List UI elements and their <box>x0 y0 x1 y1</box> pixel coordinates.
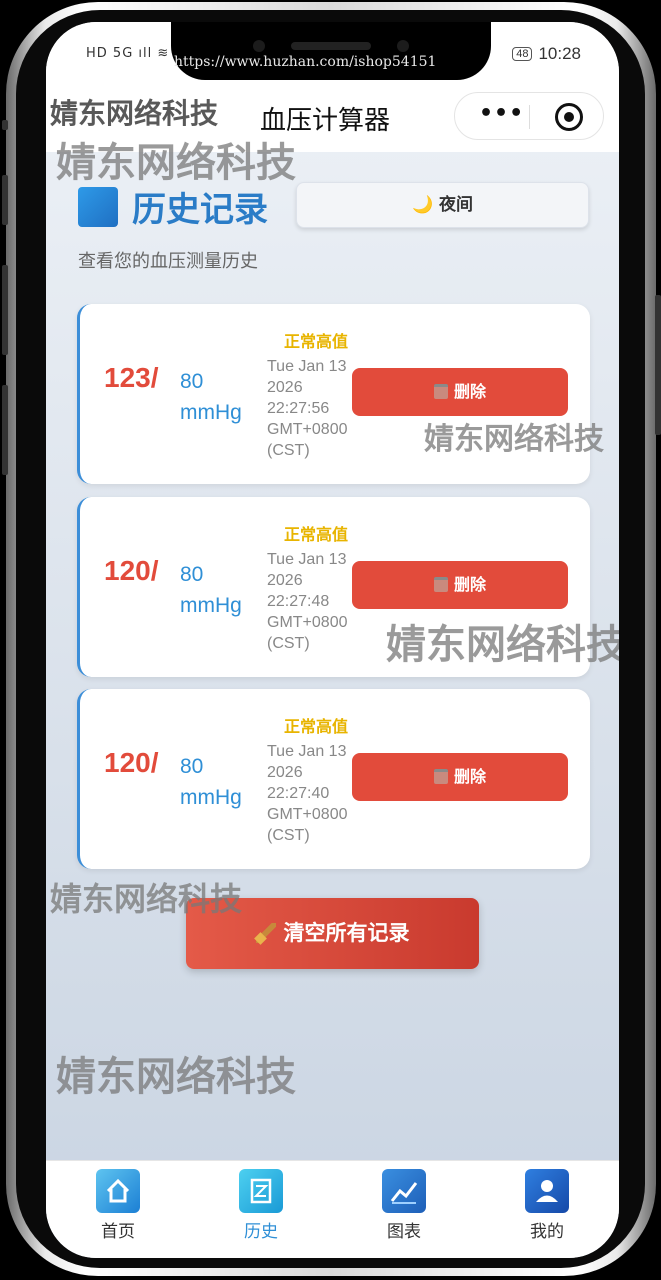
unit-label: mmHg <box>180 401 242 424</box>
more-menu-button[interactable]: ••• <box>479 101 524 126</box>
url-overlay: https://www.huzhan.com/ishop54151 <box>174 54 437 70</box>
status-right: 48 10:28 <box>512 44 581 64</box>
trash-icon <box>433 384 448 399</box>
delete-label: 删除 <box>453 767 486 786</box>
tab-label: 图表 <box>387 1222 421 1242</box>
close-target-icon[interactable] <box>555 103 583 131</box>
tab-label: 历史 <box>244 1222 278 1242</box>
phone-volume-down-2 <box>2 385 8 475</box>
tab-bar: 首页 历史 图表 我的 <box>46 1160 619 1258</box>
phone-side-button <box>2 120 8 130</box>
sensor-dot <box>253 40 265 52</box>
speaker-grille <box>291 42 371 50</box>
page-title: 历史记录 <box>132 190 268 230</box>
diastolic-block: 80 mmHg <box>180 559 242 621</box>
clock: 10:28 <box>538 44 581 63</box>
broom-icon <box>255 923 276 943</box>
record-time: Tue Jan 13 2026 22:27:40 GMT+0800 (CST) <box>267 743 348 844</box>
trash-icon <box>433 577 448 592</box>
systolic-value: 120/ <box>104 747 159 778</box>
tab-history[interactable]: 历史 <box>221 1169 301 1242</box>
delete-label: 删除 <box>453 382 486 401</box>
diastolic-block: 80 mmHg <box>180 366 242 428</box>
status-badge: 正常高值 <box>284 332 349 351</box>
diastolic-value: 80 <box>180 370 204 393</box>
tab-chart[interactable]: 图表 <box>364 1169 444 1242</box>
capsule-divider <box>529 105 530 129</box>
camera-notch <box>171 22 491 80</box>
watermark: 婧东网络科技 <box>56 1054 296 1100</box>
phone-power-button <box>655 295 661 435</box>
delete-button[interactable]: 删除 <box>352 753 568 801</box>
record-time: Tue Jan 13 2026 22:27:56 GMT+0800 (CST) <box>267 358 348 459</box>
chart-icon <box>382 1169 426 1213</box>
diastolic-block: 80 mmHg <box>180 751 242 813</box>
watermark: 婧东网络科技 <box>56 140 296 186</box>
systolic-value: 120/ <box>104 555 159 586</box>
unit-label: mmHg <box>180 594 242 617</box>
tab-home[interactable]: 首页 <box>78 1169 158 1242</box>
phone-volume-up <box>2 175 8 225</box>
diastolic-value: 80 <box>180 563 204 586</box>
record-card: 120/ 80 mmHg 正常高值 Tue Jan 13 2026 22:27:… <box>77 689 590 869</box>
watermark: 婧东网络科技 <box>50 880 243 918</box>
watermark: 婧东网络科技 <box>386 622 619 668</box>
home-icon <box>96 1169 140 1213</box>
tab-label: 我的 <box>530 1222 564 1242</box>
delete-button[interactable]: 删除 <box>352 561 568 609</box>
clear-all-label: 清空所有记录 <box>283 921 410 945</box>
delete-label: 删除 <box>453 575 486 594</box>
status-badge: 正常高值 <box>284 717 349 736</box>
status-badge: 正常高值 <box>284 525 349 544</box>
mini-program-capsule: ••• <box>454 92 604 140</box>
profile-icon <box>525 1169 569 1213</box>
camera-dot <box>397 40 409 52</box>
signal-icons: HD 5G ıll ≋ <box>86 46 170 61</box>
battery-icon: 48 <box>512 47 533 61</box>
tab-label: 首页 <box>101 1222 135 1242</box>
watermark: 婧东网络科技 <box>50 97 219 130</box>
night-mode-button[interactable]: 🌙 夜间 <box>296 182 589 228</box>
page-subtitle: 查看您的血压测量历史 <box>78 251 258 272</box>
history-icon <box>239 1169 283 1213</box>
delete-button[interactable]: 删除 <box>352 368 568 416</box>
systolic-value: 123/ <box>104 362 159 393</box>
diastolic-value: 80 <box>180 755 204 778</box>
title-square-icon <box>78 187 118 227</box>
record-time: Tue Jan 13 2026 22:27:48 GMT+0800 (CST) <box>267 551 348 652</box>
phone-volume-down <box>2 265 8 355</box>
app-screen: HD 5G ıll ≋ 48 10:28 https://www.huzhan.c… <box>46 22 619 1258</box>
tab-profile[interactable]: 我的 <box>507 1169 587 1242</box>
trash-icon <box>433 769 448 784</box>
unit-label: mmHg <box>180 786 242 809</box>
watermark: 婧东网络科技 <box>424 422 604 457</box>
